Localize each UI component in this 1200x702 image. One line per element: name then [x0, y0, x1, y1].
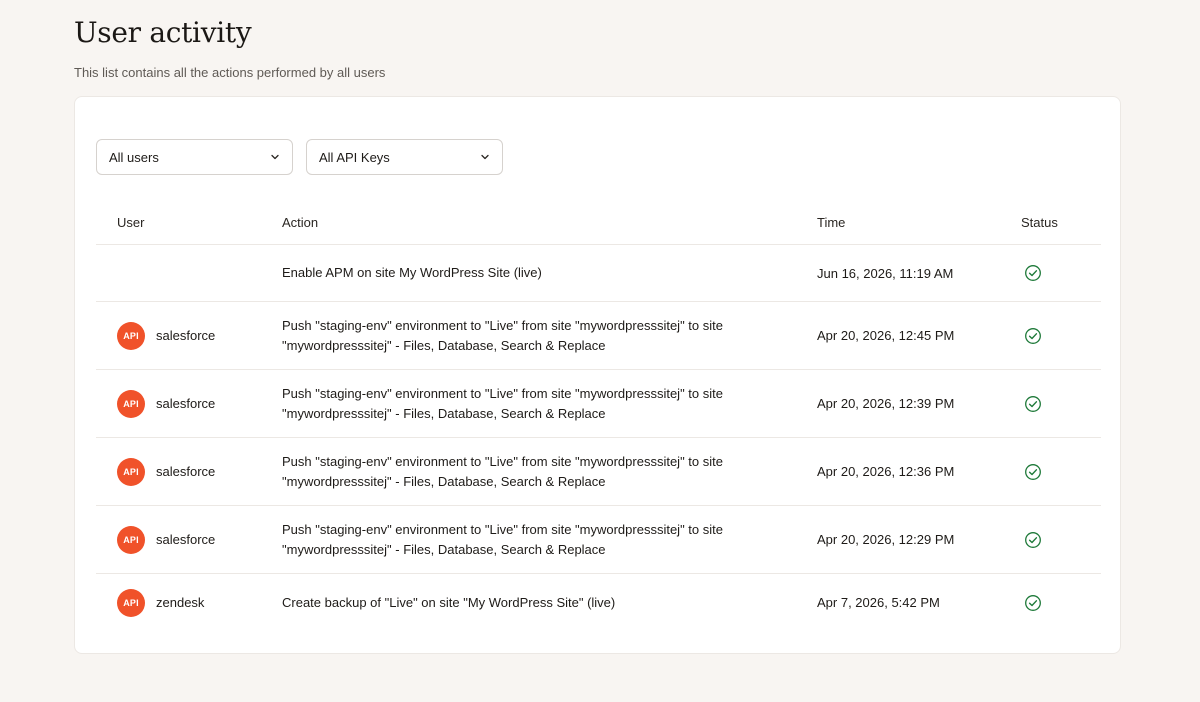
api-avatar: API — [117, 525, 145, 554]
status-cell — [1021, 531, 1101, 549]
check-circle-icon — [1025, 327, 1041, 344]
action-cell: Enable APM on site My WordPress Site (li… — [282, 265, 542, 280]
user-name: zendesk — [156, 595, 205, 610]
action-cell: Create backup of "Live" on site "My Word… — [282, 594, 616, 610]
chevron-down-icon — [481, 154, 489, 160]
column-header-status: Status — [1021, 215, 1058, 230]
check-circle-icon — [1025, 531, 1041, 548]
chevron-down-icon — [271, 154, 279, 160]
user-name: salesforce — [156, 532, 216, 547]
status-cell — [1021, 327, 1101, 345]
api-keys-filter-select[interactable]: All API Keys — [306, 139, 503, 175]
users-filter-value: All users — [109, 149, 159, 165]
check-circle-icon — [1025, 594, 1041, 611]
api-keys-filter-value: All API Keys — [319, 149, 390, 165]
user-activity-page: User activity This list contains all the… — [0, 0, 1200, 702]
action-cell: Push "staging-env" environment to "Live"… — [282, 453, 723, 489]
activity-card: All users All API Keys User Action Time … — [74, 96, 1121, 654]
user-name: salesforce — [156, 396, 216, 411]
column-header-time: Time — [817, 215, 846, 230]
action-cell: Push "staging-env" environment to "Live"… — [282, 317, 723, 353]
time-cell: Apr 20, 2026, 12:36 PM — [817, 464, 955, 479]
action-cell: Push "staging-env" environment to "Live"… — [282, 521, 723, 557]
page-title: User activity — [74, 16, 252, 49]
check-circle-icon — [1025, 395, 1041, 412]
table-row: API salesforce Push "staging-env" enviro… — [96, 506, 1101, 574]
table-header: User Action Time Status — [96, 201, 1101, 245]
user-cell: API salesforce — [96, 321, 282, 350]
check-circle-icon — [1025, 463, 1041, 480]
page-subtitle: This list contains all the actions perfo… — [74, 65, 386, 80]
time-cell: Jun 16, 2026, 11:19 AM — [817, 265, 954, 281]
user-cell: API salesforce — [96, 525, 282, 554]
time-cell: Apr 20, 2026, 12:45 PM — [817, 328, 955, 343]
api-avatar: API — [117, 321, 145, 350]
user-name: salesforce — [156, 328, 216, 343]
users-filter-select[interactable]: All users — [96, 139, 293, 175]
check-circle-icon — [1025, 265, 1041, 281]
activity-table: User Action Time Status Enable APM on si… — [96, 201, 1101, 631]
api-avatar: API — [117, 457, 145, 486]
column-header-action: Action — [282, 214, 319, 230]
action-cell: Push "staging-env" environment to "Live"… — [282, 385, 723, 421]
user-cell: API salesforce — [96, 389, 282, 418]
time-cell: Apr 20, 2026, 12:39 PM — [817, 396, 955, 411]
table-row: API salesforce Push "staging-env" enviro… — [96, 370, 1101, 438]
column-header-user: User — [117, 215, 145, 230]
api-avatar: API — [117, 389, 145, 418]
user-cell: API zendesk — [96, 588, 282, 617]
status-cell — [1021, 264, 1101, 282]
time-cell: Apr 20, 2026, 12:29 PM — [817, 532, 955, 547]
api-avatar: API — [117, 588, 145, 617]
table-row: API salesforce Push "staging-env" enviro… — [96, 302, 1101, 370]
status-cell — [1021, 463, 1101, 481]
table-row: API salesforce Push "staging-env" enviro… — [96, 438, 1101, 506]
status-cell — [1021, 395, 1101, 413]
user-name: salesforce — [156, 464, 216, 479]
table-row: Enable APM on site My WordPress Site (li… — [96, 245, 1101, 302]
table-body: Enable APM on site My WordPress Site (li… — [96, 245, 1101, 631]
user-cell: API salesforce — [96, 457, 282, 486]
time-cell: Apr 7, 2026, 5:42 PM — [817, 595, 940, 610]
status-cell — [1021, 594, 1101, 612]
table-row: API zendesk Create backup of "Live" on s… — [96, 574, 1101, 631]
